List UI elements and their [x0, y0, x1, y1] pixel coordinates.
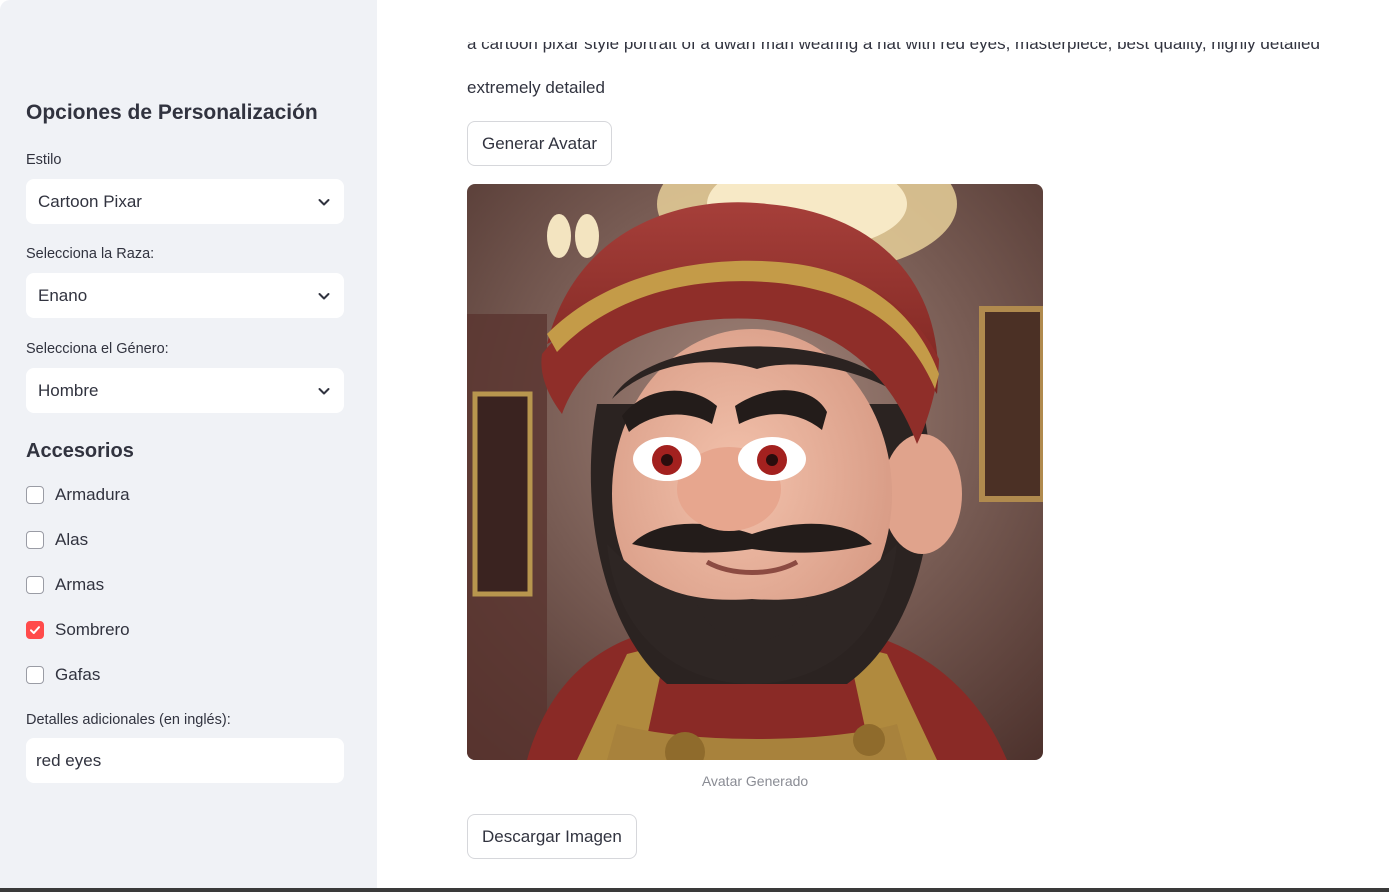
checkbox-box[interactable]: [26, 486, 44, 504]
image-caption: Avatar Generado: [701, 773, 809, 789]
chevron-down-icon: [318, 292, 330, 299]
gender-select-value: Hombre: [38, 380, 99, 400]
generate-avatar-button[interactable]: Generar Avatar: [467, 121, 612, 166]
checkbox-armas[interactable]: Armas: [26, 573, 104, 597]
checkbox-box[interactable]: [26, 621, 44, 639]
race-select[interactable]: Enano: [26, 273, 344, 318]
check-icon: [30, 626, 40, 634]
avatar-image: [467, 184, 1043, 760]
sidebar: Opciones de Personalización Estilo Carto…: [0, 0, 377, 892]
checkbox-box[interactable]: [26, 666, 44, 684]
checkbox-alas[interactable]: Alas: [26, 528, 88, 552]
chevron-down-icon: [318, 387, 330, 394]
gender-label: Selecciona el Género:: [26, 341, 169, 357]
style-select[interactable]: Cartoon Pixar: [26, 179, 344, 224]
race-select-value: Enano: [38, 285, 88, 305]
gender-select[interactable]: Hombre: [26, 368, 344, 413]
checkbox-label: Gafas: [55, 665, 101, 684]
checkbox-gafas[interactable]: Gafas: [26, 663, 100, 687]
style-label: Estilo: [26, 152, 62, 168]
checkbox-armadura[interactable]: Armadura: [26, 483, 130, 507]
details-label: Detalles adicionales (en inglés):: [26, 712, 231, 728]
chevron-down-icon: [318, 198, 330, 205]
checkbox-label: Sombrero: [55, 620, 130, 639]
checkbox-box[interactable]: [26, 576, 44, 594]
prompt-text: extremely detailed: [467, 78, 605, 97]
checkbox-label: Alas: [55, 530, 89, 549]
checkbox-label: Armas: [55, 575, 105, 594]
checkbox-box[interactable]: [26, 531, 44, 549]
details-input[interactable]: [26, 738, 344, 783]
checkbox-sombrero[interactable]: Sombrero: [26, 618, 130, 642]
checkbox-label: Armadura: [55, 485, 130, 504]
sidebar-title: Opciones de Personalización: [26, 101, 318, 124]
main-content: a cartoon pixar style portrait of a dwar…: [377, 0, 1389, 892]
download-image-button[interactable]: Descargar Imagen: [467, 814, 637, 859]
prompt-text-cut: a cartoon pixar style portrait of a dwar…: [467, 42, 1377, 62]
prompt-partial: a cartoon pixar style portrait of a dwar…: [467, 42, 1320, 53]
style-select-value: Cartoon Pixar: [38, 191, 142, 211]
race-label: Selecciona la Raza:: [26, 246, 155, 262]
accessories-title: Accesorios: [26, 440, 134, 462]
